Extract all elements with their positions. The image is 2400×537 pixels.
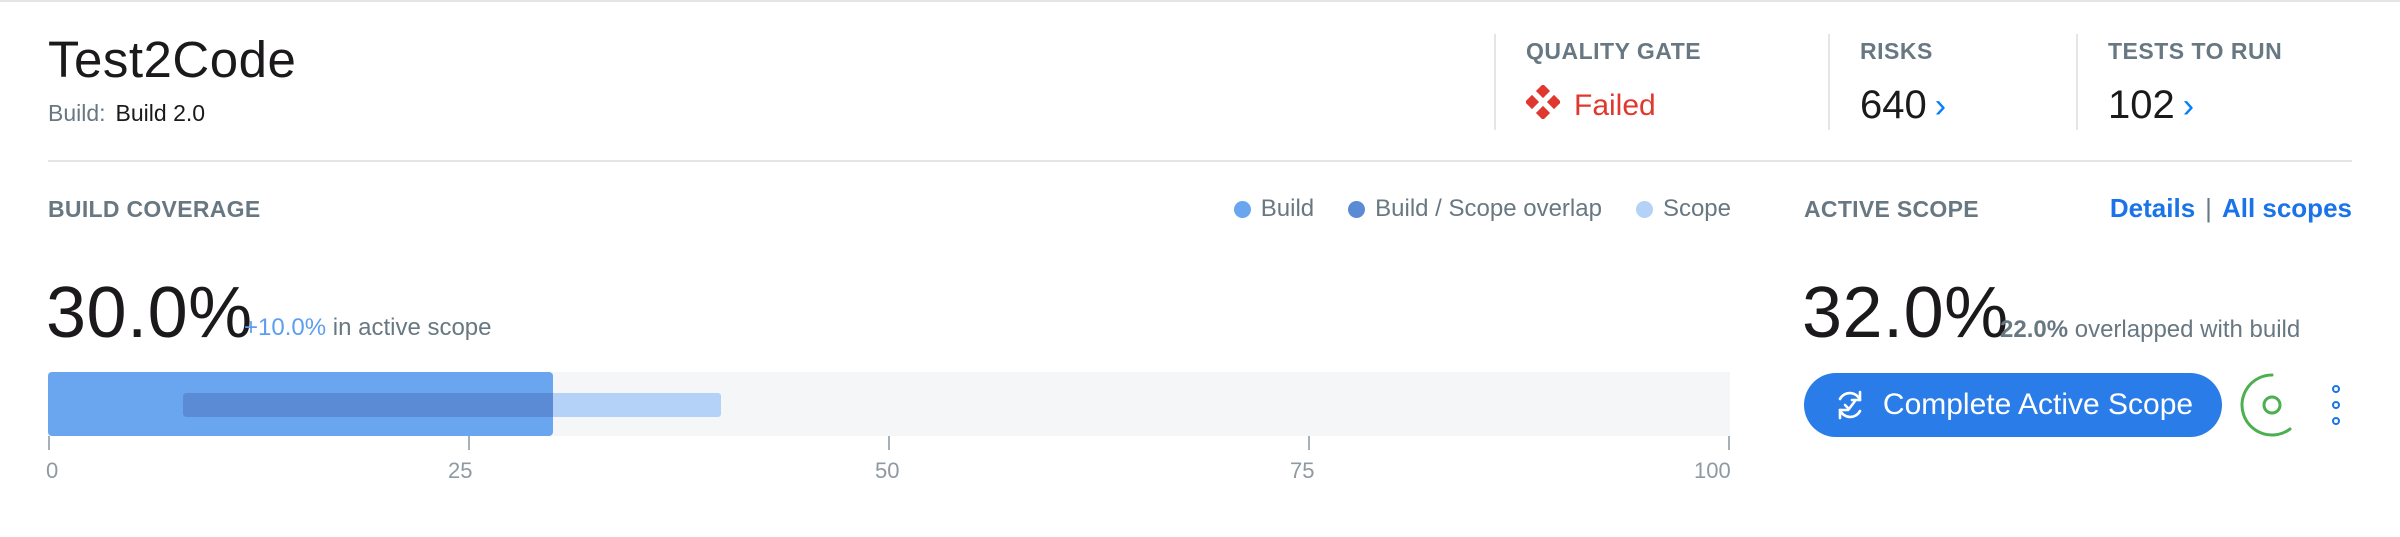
axis-tick-label: 25 [448,458,473,483]
quality-gate-status: Failed [1574,89,1656,122]
build-coverage-title: BUILD COVERAGE [48,196,261,222]
header-divider [1828,34,1830,130]
scope-overlap-note: 22.0% overlapped with build [2000,316,2300,344]
build-value: Build 2.0 [115,100,206,126]
build-coverage-percent: 30.0% [46,273,253,353]
coverage-delta: +10.0% in active scope [244,314,492,342]
quality-gate-metric[interactable]: QUALITY GATE Failed [1524,38,1702,127]
axis-tick-label: 50 [875,458,900,483]
scope-overlap-suffix: overlapped with build [2074,316,2301,343]
active-scope-percent: 32.0% [1802,273,2009,353]
legend-label: Build [1260,195,1315,222]
quality-gate-label: QUALITY GATE [1526,38,1702,64]
coverage-axis [48,436,1730,450]
scope-links: Details | All scopes [2110,193,2352,224]
header-divider [2076,34,2078,130]
chevron-right-icon[interactable]: › [2183,89,2194,123]
axis-tick [1728,436,1730,450]
tests-to-run-label: TESTS TO RUN [2108,38,2283,64]
header-divider [1494,34,1496,130]
build-label: Build: [48,100,106,126]
legend-label: Build / Scope overlap [1375,195,1602,222]
legend-item-overlap: Build / Scope overlap [1348,195,1602,223]
risks-value: 640 [1860,83,1927,127]
complete-active-scope-button[interactable]: Complete Active Scope [1804,373,2222,437]
link-separator: | [2205,193,2212,223]
coverage-delta-value: +10.0% [244,314,327,341]
legend-item-scope: Scope [1635,195,1731,223]
active-scope-title: ACTIVE SCOPE [1804,196,1979,222]
risks-label: RISKS [1860,38,1933,64]
axis-tick-label: 0 [46,458,59,483]
axis-tick [48,436,50,450]
all-scopes-link[interactable]: All scopes [2222,193,2352,224]
section-divider [48,160,2352,162]
page-title: Test2Code [48,31,297,88]
chevron-right-icon[interactable]: › [1935,89,1946,123]
axis-tick [1308,436,1310,450]
details-link[interactable]: Details [2110,193,2195,224]
scope-progress-icon[interactable] [2240,373,2304,437]
legend-item-build: Build [1233,195,1315,223]
axis-tick-label: 100 [1694,458,1731,483]
coverage-delta-suffix: in active scope [332,314,492,341]
axis-tick [888,436,890,450]
axis-tick-label: 75 [1290,458,1315,483]
scope-overlap-value: 22.0% [2000,316,2069,343]
legend-dot [1635,200,1653,218]
legend-dot [1233,200,1251,218]
coverage-bar-overlap [182,393,553,417]
coverage-legend: Build Build / Scope overlap Scope [1233,195,1731,223]
complete-active-scope-label: Complete Active Scope [1882,388,2194,421]
refresh-icon [1833,388,1867,422]
top-border [0,0,2400,2]
tests-to-run-value: 102 [2108,83,2175,127]
axis-tick [468,436,470,450]
legend-label: Scope [1662,195,1731,222]
tests-to-run-metric[interactable]: TESTS TO RUN 102 › [2108,38,2282,128]
legend-dot [1348,200,1366,218]
risks-metric[interactable]: RISKS 640 › [1860,38,1946,128]
failed-status-icon [1524,83,1562,127]
more-options-icon[interactable] [2326,385,2346,425]
build-info: Build: Build 2.0 [48,100,205,127]
